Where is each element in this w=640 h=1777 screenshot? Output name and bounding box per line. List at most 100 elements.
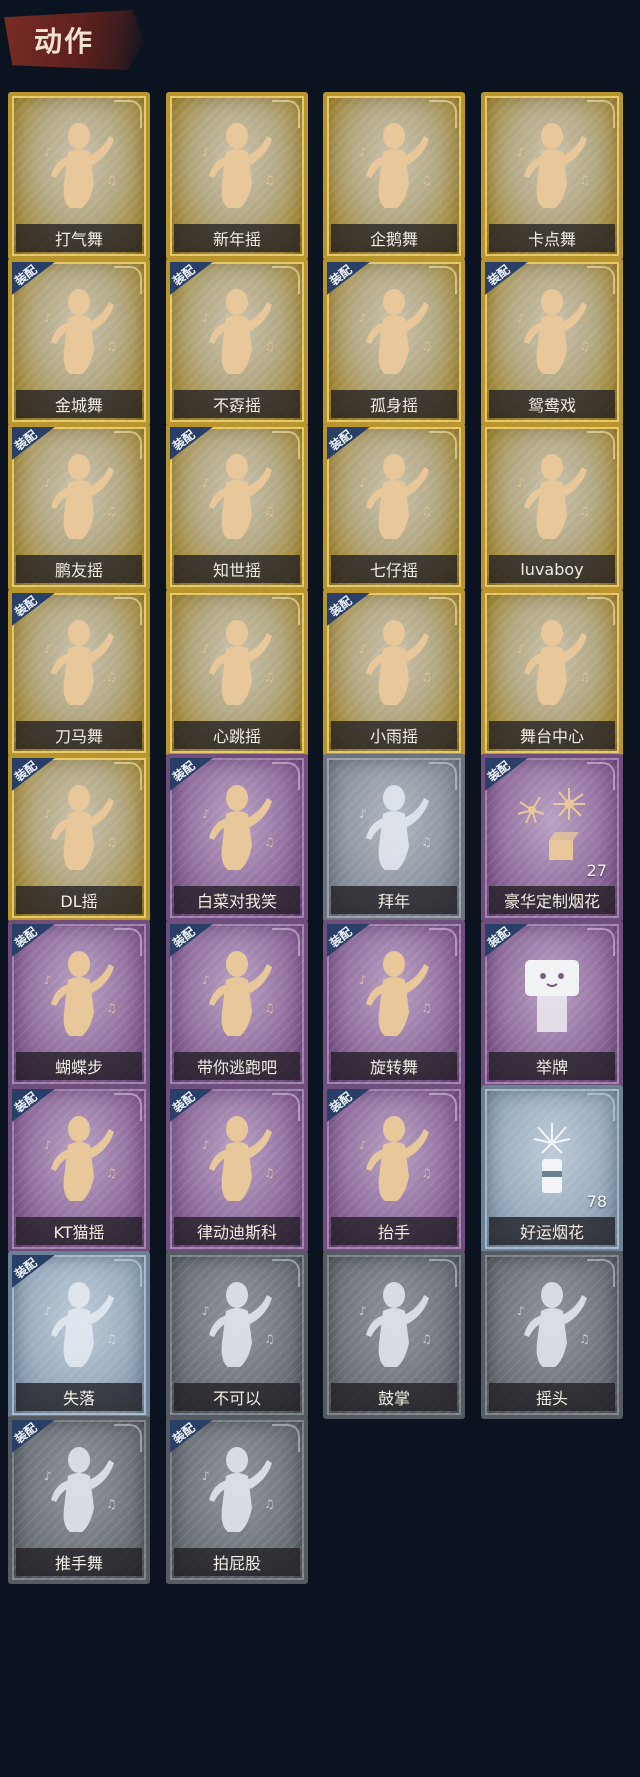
svg-text:♪: ♪ — [359, 311, 367, 325]
emote-name: 举牌 — [535, 1058, 568, 1077]
svg-text:♪: ♪ — [517, 311, 525, 325]
emote-card[interactable]: ♪ ♫ 企鹅舞 — [323, 92, 465, 260]
emote-card[interactable]: 装配 ♪ ♫ 白菜对我笑 — [166, 754, 308, 922]
dance-figure-icon: ♪ ♫ — [34, 613, 124, 713]
emote-card[interactable]: ♪ ♫ luvaboy — [481, 423, 623, 591]
emote-label-bar: luvaboy — [489, 555, 615, 583]
dance-figure-icon: ♪ ♫ — [349, 944, 439, 1044]
emote-card[interactable]: ♪ ♫ 鼓掌 — [323, 1251, 465, 1419]
dance-figure-icon: ♪ ♫ — [507, 447, 597, 547]
emote-card[interactable]: 装配 ♪ ♫ 抬手 — [323, 1085, 465, 1253]
emote-card[interactable]: 装配 ♪ ♫ 旋转舞 — [323, 920, 465, 1088]
svg-text:♪: ♪ — [517, 642, 525, 656]
emote-card[interactable]: 装配 ♪ ♫ KT猫摇 — [8, 1085, 150, 1253]
emote-card[interactable]: 装配 ♪ ♫ 失落 — [8, 1251, 150, 1419]
emote-card[interactable]: ♪ ♫ 摇头 — [481, 1251, 623, 1419]
svg-text:♫: ♫ — [579, 339, 590, 353]
svg-text:♫: ♫ — [264, 504, 275, 518]
svg-text:♫: ♫ — [579, 1332, 590, 1346]
dance-figure-icon: ♪ ♫ — [507, 282, 597, 382]
svg-text:♪: ♪ — [44, 1469, 52, 1483]
emote-card[interactable]: 装配 ♪ ♫ 律动迪斯科 — [166, 1085, 308, 1253]
emote-card[interactable]: 装配 ♪ ♫ 七仔摇 — [323, 423, 465, 591]
emote-card[interactable]: 装配 ♪ ♫ 刀马舞 — [8, 589, 150, 757]
emote-card[interactable]: 装配 ♪ ♫ 鹏友摇 — [8, 423, 150, 591]
emote-card[interactable]: ♪ ♫ 卡点舞 — [481, 92, 623, 260]
emote-label-bar: 鸳鸯戏 — [489, 390, 615, 418]
dance-figure-icon: ♪ ♫ — [192, 282, 282, 382]
bow-figure-icon: ♪ ♫ — [349, 778, 439, 878]
dance-figure-icon: ♪ ♫ — [34, 1109, 124, 1209]
svg-text:♫: ♫ — [106, 1001, 117, 1015]
svg-text:♫: ♫ — [421, 504, 432, 518]
svg-text:♪: ♪ — [202, 973, 210, 987]
slap-butt-icon: ♪ ♫ — [192, 1440, 282, 1540]
head-shake-icon: ♪ ♫ — [507, 1275, 597, 1375]
emote-card[interactable]: 装配 27 豪华定制烟花 — [481, 754, 623, 922]
dance-figure-icon: ♪ ♫ — [34, 282, 124, 382]
fireworks-icon — [507, 778, 597, 878]
emote-name: 新年摇 — [212, 230, 261, 249]
dance-figure-icon: ♪ ♫ — [192, 944, 282, 1044]
emote-card[interactable]: 装配 ♪ ♫ 鸳鸯戏 — [481, 258, 623, 426]
emote-label-bar: 不孬摇 — [174, 390, 300, 418]
emote-label-bar: 舞台中心 — [489, 721, 615, 749]
emote-label-bar: 鼓掌 — [331, 1383, 457, 1411]
svg-text:♫: ♫ — [264, 173, 275, 187]
emote-label-bar: 刀马舞 — [16, 721, 142, 749]
emote-name: 旋转舞 — [369, 1058, 418, 1077]
emote-label-bar: 豪华定制烟花 — [489, 886, 615, 914]
emote-card[interactable]: ♪ ♫ 心跳摇 — [166, 589, 308, 757]
emote-card[interactable]: 装配 ♪ ♫ 带你逃跑吧 — [166, 920, 308, 1088]
emote-label-bar: 失落 — [16, 1383, 142, 1411]
svg-text:♫: ♫ — [264, 835, 275, 849]
emote-name: 蝴蝶步 — [54, 1058, 103, 1077]
emote-name: 金城舞 — [54, 396, 103, 415]
svg-text:♪: ♪ — [202, 807, 210, 821]
emote-name: 好运烟花 — [519, 1223, 584, 1242]
dance-figure-icon: ♪ ♫ — [507, 613, 597, 713]
emote-card[interactable]: ♪ ♫ 舞台中心 — [481, 589, 623, 757]
item-count: 78 — [586, 1192, 607, 1211]
emote-name: DL摇 — [60, 892, 98, 911]
emote-card[interactable]: 装配 ♪ ♫ DL摇 — [8, 754, 150, 922]
emote-card[interactable]: 装配 ♪ ♫ 推手舞 — [8, 1416, 150, 1584]
dance-figure-icon: ♪ ♫ — [349, 447, 439, 547]
emote-card[interactable]: 装配 ♪ ♫ 不孬摇 — [166, 258, 308, 426]
emote-card[interactable]: 装配 ♪ ♫ 金城舞 — [8, 258, 150, 426]
finger-wag-icon: ♪ ♫ — [192, 1275, 282, 1375]
emote-card[interactable]: 78 好运烟花 — [481, 1085, 623, 1253]
svg-text:♪: ♪ — [44, 311, 52, 325]
emote-card[interactable]: ♪ ♫ 新年摇 — [166, 92, 308, 260]
svg-text:♫: ♫ — [421, 1166, 432, 1180]
svg-text:♫: ♫ — [106, 670, 117, 684]
emote-card[interactable]: ♪ ♫ 拜年 — [323, 754, 465, 922]
emote-name: luvaboy — [520, 559, 584, 579]
svg-text:♪: ♪ — [202, 1469, 210, 1483]
emote-card[interactable]: 装配 ♪ ♫ 知世摇 — [166, 423, 308, 591]
svg-text:♫: ♫ — [579, 670, 590, 684]
emote-card[interactable]: 装配 ♪ ♫ 孤身摇 — [323, 258, 465, 426]
dance-figure-icon: ♪ ♫ — [192, 116, 282, 216]
emote-card[interactable]: ♪ ♫ 打气舞 — [8, 92, 150, 260]
emote-card[interactable]: 装配 ♪ ♫ 蝴蝶步 — [8, 920, 150, 1088]
svg-text:♫: ♫ — [106, 504, 117, 518]
raise-hand-icon: ♪ ♫ — [349, 1109, 439, 1209]
svg-text:♪: ♪ — [517, 476, 525, 490]
svg-text:♫: ♫ — [421, 1001, 432, 1015]
emote-label-bar: 金城舞 — [16, 390, 142, 418]
emote-card[interactable]: 装配 ♪ ♫ 小雨摇 — [323, 589, 465, 757]
svg-text:♫: ♫ — [421, 670, 432, 684]
sign-holder-icon — [507, 944, 597, 1044]
svg-text:♫: ♫ — [106, 1166, 117, 1180]
svg-text:♪: ♪ — [359, 476, 367, 490]
emote-card[interactable]: 装配 举牌 — [481, 920, 623, 1088]
emote-name: 鼓掌 — [377, 1389, 410, 1408]
emote-card[interactable]: ♪ ♫ 不可以 — [166, 1251, 308, 1419]
emote-label-bar: 打气舞 — [16, 224, 142, 252]
emote-name: 孤身摇 — [369, 396, 418, 415]
emote-label-bar: 孤身摇 — [331, 390, 457, 418]
emote-name: 带你逃跑吧 — [196, 1058, 277, 1077]
emote-card[interactable]: 装配 ♪ ♫ 拍屁股 — [166, 1416, 308, 1584]
svg-text:♪: ♪ — [202, 145, 210, 159]
